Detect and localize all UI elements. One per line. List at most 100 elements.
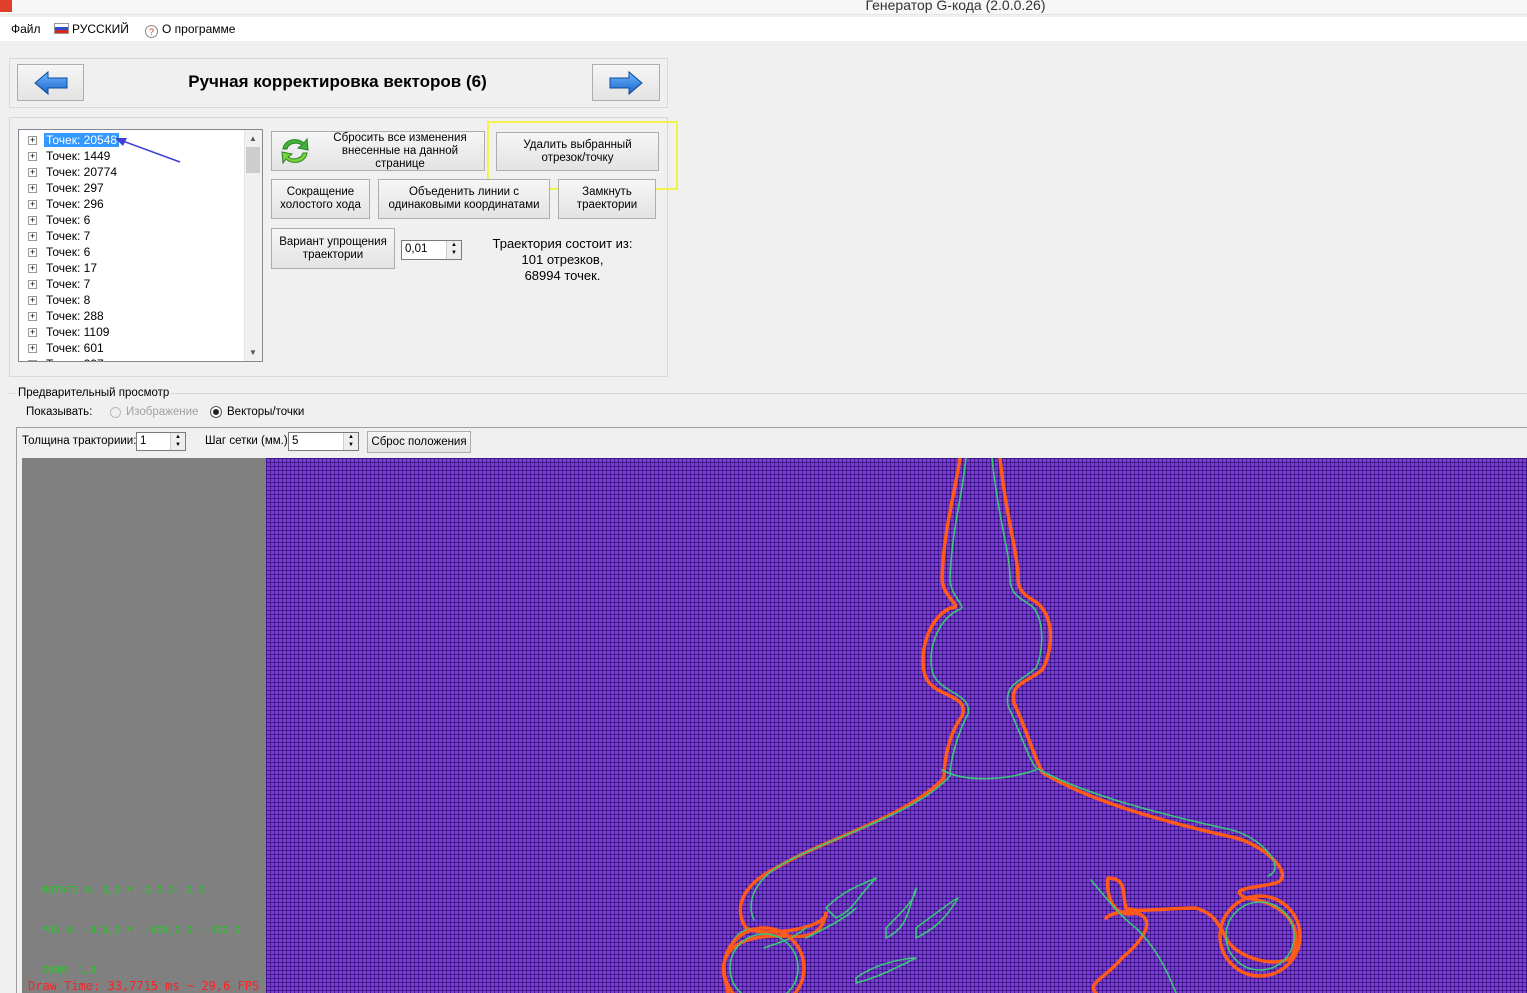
grid-step-arrows-icon[interactable]: ▲ ▼ xyxy=(343,433,358,450)
annotation-arrow-icon xyxy=(115,138,181,163)
simplify-variant-button[interactable]: Вариант упрощения траектории xyxy=(271,228,395,269)
stepper-arrows-icon[interactable]: ▲ ▼ xyxy=(446,241,461,259)
preview-canvas[interactable] xyxy=(266,458,1527,993)
tree-item-label: Точек: 297 xyxy=(44,357,106,361)
close-trajectories-button[interactable]: Замкнуть траектории xyxy=(558,179,656,219)
expand-plus-icon[interactable]: + xyxy=(28,264,37,273)
preview-group-label: Предварительный просмотр xyxy=(16,387,172,399)
expand-plus-icon[interactable]: + xyxy=(28,360,37,361)
expand-plus-icon[interactable]: + xyxy=(28,328,37,337)
arrow-left-icon xyxy=(33,70,67,95)
tree-item-label: Точек: 7 xyxy=(46,229,91,243)
back-button[interactable] xyxy=(17,64,84,101)
simplify-variant-label: Вариант упрощения траектории xyxy=(279,235,387,261)
info-line2: 101 отрезков, xyxy=(521,252,604,267)
small-leaf-paths xyxy=(825,877,959,984)
expand-plus-icon[interactable]: + xyxy=(28,280,37,289)
tree-item[interactable]: + Точек: 7 xyxy=(19,228,262,244)
scroll-up-icon[interactable]: ▲ xyxy=(249,134,257,143)
expand-plus-icon[interactable]: + xyxy=(28,232,37,241)
tree-scrollbar[interactable]: ▲ ▼ xyxy=(244,130,262,361)
expand-plus-icon[interactable]: + xyxy=(28,200,37,209)
delete-selected-label: Удалить выбранный отрезок/точку xyxy=(523,138,632,164)
reset-changes-label: Сбросить все изменения внесенные на данн… xyxy=(333,131,467,170)
scroll-thumb[interactable] xyxy=(246,147,260,173)
menu-about-label: О программе xyxy=(162,22,236,36)
merge-lines-button[interactable]: Объеденить линии с одинаковыми координат… xyxy=(378,179,550,219)
tree-item[interactable]: + Точек: 296 xyxy=(19,196,262,212)
right-circle-outer xyxy=(1218,894,1302,978)
inner-trajectory xyxy=(727,458,1276,993)
expand-plus-icon[interactable]: + xyxy=(28,136,37,145)
tree-item[interactable]: + Точек: 20774 xyxy=(19,164,262,180)
radio-image-circle[interactable] xyxy=(110,406,121,418)
menu-about[interactable]: ? О программе xyxy=(145,22,235,38)
preview-group-border xyxy=(9,393,1527,394)
reduce-idle-button[interactable]: Сокращение холостого хода xyxy=(271,179,370,219)
scroll-down-icon[interactable]: ▼ xyxy=(249,348,257,357)
tree-item[interactable]: + Точек: 6 xyxy=(19,212,262,228)
info-line1: Траектория состоит из: xyxy=(492,236,633,251)
delete-selected-button[interactable]: Удалить выбранный отрезок/точку xyxy=(496,132,659,171)
expand-plus-icon[interactable]: + xyxy=(28,312,37,321)
trajectory-drawing xyxy=(721,458,1302,993)
tree-item[interactable]: + Точек: 601 xyxy=(19,340,262,356)
expand-plus-icon[interactable]: + xyxy=(28,216,37,225)
tree-item[interactable]: + Точек: 297 xyxy=(19,180,262,196)
menu-language[interactable]: РУССКИЙ xyxy=(54,22,129,36)
reduce-idle-label: Сокращение холостого хода xyxy=(280,186,361,211)
tree-item[interactable]: + Точек: 8 xyxy=(19,292,262,308)
radio-vectors-circle[interactable] xyxy=(210,406,222,418)
menu-language-label: РУССКИЙ xyxy=(72,22,129,36)
reset-changes-button[interactable]: Сбросить все изменения внесенные на данн… xyxy=(271,131,485,171)
expand-plus-icon[interactable]: + xyxy=(28,248,37,257)
hud-zoom: ZOOM: 1,0 xyxy=(42,965,97,976)
page-title: Ручная корректировка векторов (6) xyxy=(188,72,487,91)
hud-position: POS X: -319,0 Y: -808,0 Z: -300,0 xyxy=(42,925,241,936)
expand-plus-icon[interactable]: + xyxy=(28,168,37,177)
about-icon: ? xyxy=(145,25,158,38)
window-title: Генератор G-кода (2.0.0.26) xyxy=(865,0,1046,13)
tree-item[interactable]: + Точек: 17 xyxy=(19,260,262,276)
radio-image-label: Изображение xyxy=(126,406,199,418)
thickness-arrows-icon[interactable]: ▲ ▼ xyxy=(170,433,185,450)
tree-item-label: Точек: 20774 xyxy=(46,165,118,179)
simplify-value: 0,01 xyxy=(405,243,428,255)
grid-step-stepper[interactable]: 5 ▲ ▼ xyxy=(288,432,359,451)
tree-item-label: Точек: 6 xyxy=(46,213,91,227)
expand-plus-icon[interactable]: + xyxy=(28,184,37,193)
tree-item[interactable]: + Точек: 288 xyxy=(19,308,262,324)
canvas-empty-area xyxy=(22,458,266,993)
expand-plus-icon[interactable]: + xyxy=(28,296,37,305)
tree-item[interactable]: + Точек: 1109 xyxy=(19,324,262,340)
hud-rotate: ROTATE X: 0,0 Y: 0,0 Z: 0,0 xyxy=(42,885,205,896)
reset-position-button[interactable]: Сброс положения xyxy=(367,431,471,453)
tree-item-label: Точек: 297 xyxy=(46,181,104,195)
thickness-label: Толщина тракториии: xyxy=(22,435,137,447)
simplify-value-stepper[interactable]: 0,01 ▲ ▼ xyxy=(401,240,462,260)
tree-item-label: Точек: 8 xyxy=(46,293,91,307)
next-button[interactable] xyxy=(592,64,660,101)
expand-plus-icon[interactable]: + xyxy=(28,152,37,161)
radio-vectors[interactable]: Векторы/точки xyxy=(210,406,304,418)
info-line3: 68994 точек. xyxy=(524,268,601,283)
outer-trajectory xyxy=(721,458,1298,993)
thickness-stepper[interactable]: 1 ▲ ▼ xyxy=(136,432,186,451)
thickness-value: 1 xyxy=(140,435,147,447)
merge-lines-label: Объеденить линии с одинаковыми координат… xyxy=(388,186,540,211)
tree-item[interactable]: + Точек: 297 xyxy=(19,356,262,361)
tree-item-label: Точек: 1109 xyxy=(46,325,110,339)
grid-step-value: 5 xyxy=(292,435,299,447)
radio-image[interactable]: Изображение xyxy=(110,406,198,418)
expand-plus-icon[interactable]: + xyxy=(28,344,37,353)
tree-item-label: Точек: 296 xyxy=(46,197,104,211)
tree-item[interactable]: + Точек: 6 xyxy=(19,244,262,260)
radio-vectors-label: Векторы/точки xyxy=(227,406,305,418)
menu-file[interactable]: Файл xyxy=(11,22,41,36)
close-trajectories-label: Замкнуть траектории xyxy=(576,186,638,211)
grid-step-label: Шаг сетки (мм.): xyxy=(205,435,291,447)
tree-item[interactable]: + Точек: 7 xyxy=(19,276,262,292)
trajectory-info: Траектория состоит из: 101 отрезков, 689… xyxy=(470,236,655,284)
reset-position-label: Сброс положения xyxy=(371,435,467,448)
tree-item-label: Точек: 17 xyxy=(46,261,97,275)
